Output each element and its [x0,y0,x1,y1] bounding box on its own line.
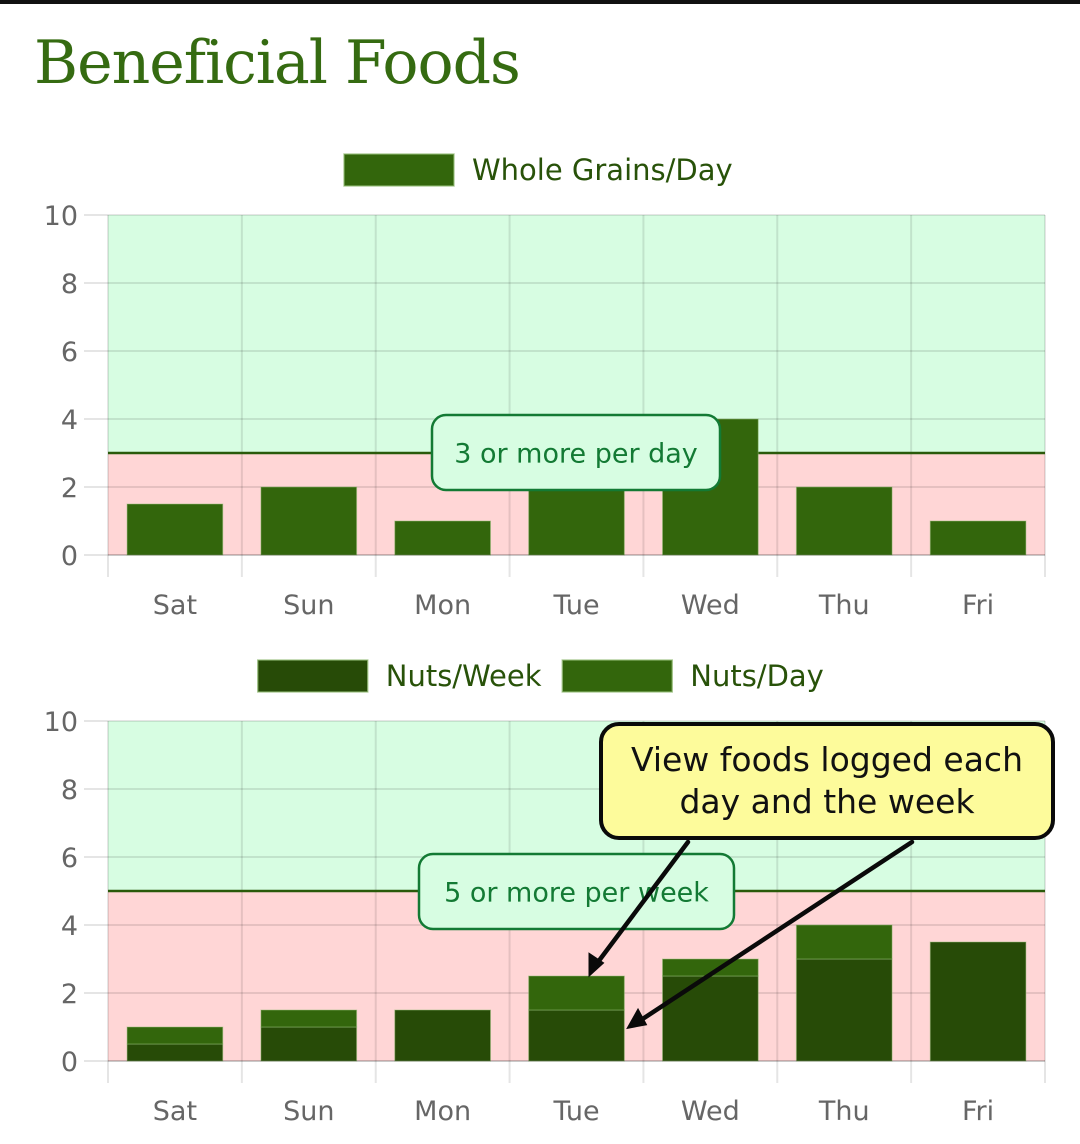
bar-nuts-daysun [260,1009,358,1028]
bar-whole-grains-daythu [795,486,893,556]
legend-swatch [343,153,455,187]
threshold-label: 5 or more per week [444,878,709,909]
x-tick-label: Mon [414,1096,471,1127]
y-tick-label: 4 [61,911,78,942]
x-tick-label: Sat [153,1096,197,1127]
x-tick-label: Wed [681,1096,740,1127]
bar-nuts-weekwed [662,975,759,1062]
y-tick-label: 8 [61,269,78,300]
y-tick-label: 6 [61,843,78,874]
x-tick-label: Wed [681,590,740,621]
bar-whole-grains-daymon [394,520,491,556]
page-title: Beneficial Foods [34,28,521,98]
x-tick-label: Thu [818,1096,870,1127]
top-divider [0,0,1080,4]
bar-nuts-daysat [126,1026,224,1045]
bar-nuts-weeksun [260,1026,358,1062]
x-tick-label: Tue [552,1096,599,1127]
x-tick-label: Mon [414,590,471,621]
callout-text: View foods logged each day and the week [630,740,1023,821]
y-tick-label: 10 [44,201,78,232]
y-tick-label: 8 [61,775,78,806]
legend-label: Nuts/Week [386,659,542,693]
x-tick-label: Sun [283,1096,334,1127]
bar-nuts-weeksat [126,1043,224,1062]
bar-nuts-daythu [795,924,893,960]
legend-label: Nuts/Day [690,659,824,693]
y-tick-label: 10 [44,707,78,738]
y-tick-label: 6 [61,337,78,368]
bar-nuts-daytue [528,975,625,1011]
bar-nuts-weektue [528,1009,625,1062]
legend-swatch [257,659,369,693]
bar-whole-grains-daytue [528,486,625,556]
x-tick-label: Thu [818,590,870,621]
y-tick-label: 0 [61,541,78,572]
bar-nuts-weekmon [394,1009,491,1062]
whole-grains-chart: 0 2 4 6 8 10 Sat Sun Mon Tue Wed Thu Fri 3 or more pe… [44,153,1046,621]
legend-label: Whole Grains/Day [472,153,733,187]
y-tick-label: 0 [61,1047,78,1078]
y-tick-label: 4 [61,405,78,436]
callout-tooltip: View foods logged each day and the week [599,722,1055,840]
x-tick-label: Fri [962,590,994,621]
x-tick-label: Tue [552,590,599,621]
legend-swatch [561,659,673,693]
bar-whole-grains-daysat [126,503,224,556]
bar-nuts-daywed [662,958,759,977]
x-tick-label: Sun [283,590,334,621]
nuts-chart: 0 2 4 6 8 10 Sat Sun Mon Tue Wed Thu Fri 5 or more pe… [44,659,1046,1127]
threshold-label: 3 or more per day [454,439,698,470]
bar-whole-grains-dayfri [929,520,1027,556]
x-tick-label: Sat [153,590,197,621]
bar-nuts-weekfri [929,941,1027,1062]
x-tick-label: Fri [962,1096,994,1127]
y-tick-label: 2 [61,473,78,504]
bar-whole-grains-daysun [260,486,358,556]
bar-nuts-weekthu [795,958,893,1062]
y-tick-label: 2 [61,979,78,1010]
